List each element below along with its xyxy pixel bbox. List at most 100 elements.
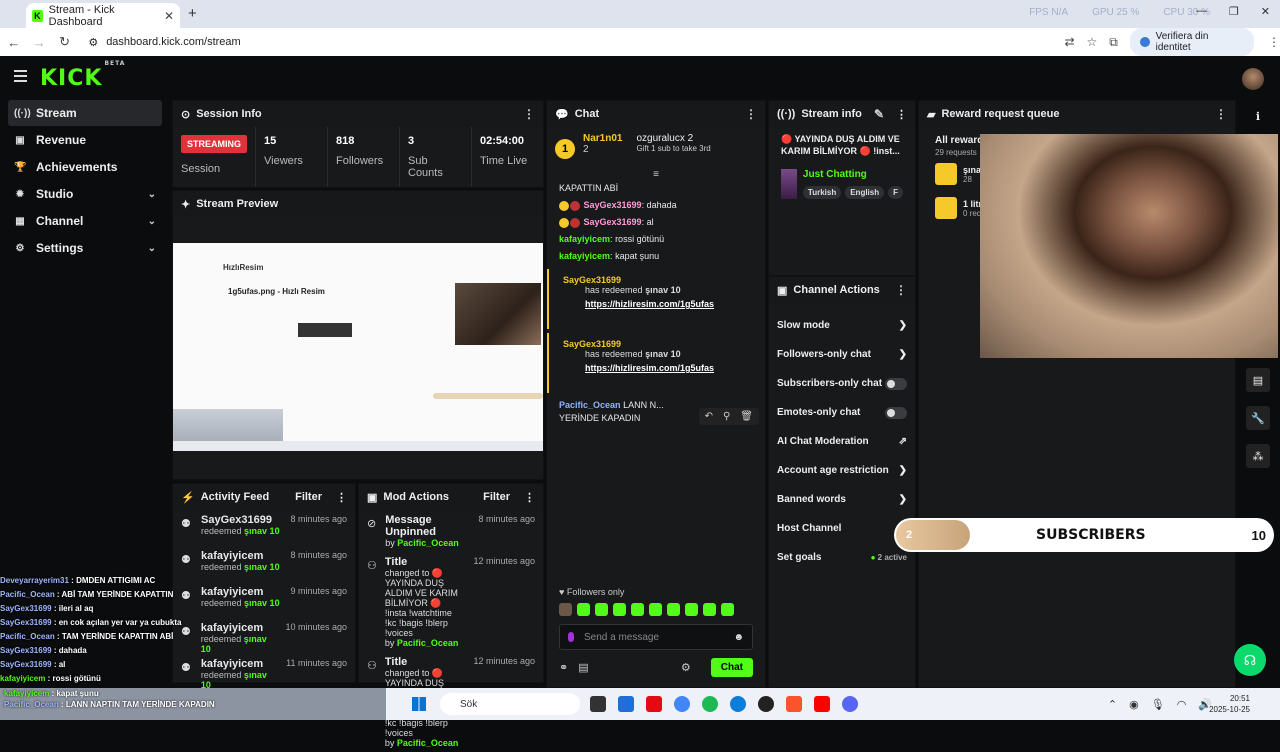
netflix-app-icon[interactable]: [646, 696, 662, 712]
banned-words-row[interactable]: Banned words ❯: [769, 485, 915, 514]
top-gifter-name[interactable]: Nar1n01: [583, 133, 622, 144]
discord-app-icon[interactable]: [842, 696, 858, 712]
sidebar-item-revenue[interactable]: ▣ Revenue: [8, 127, 162, 153]
info-icon[interactable]: ℹ: [1246, 104, 1270, 128]
host-channel-row[interactable]: Host Channel: [769, 514, 915, 543]
hamburger-menu-icon[interactable]: [14, 70, 27, 82]
redeem-link[interactable]: https://hizliresim.com/1g5ufas: [585, 299, 755, 309]
category-name[interactable]: Just Chatting: [803, 169, 903, 180]
back-icon[interactable]: ←: [2, 35, 25, 50]
chat-username[interactable]: SayGex31699: [584, 217, 642, 227]
emote-icon[interactable]: [559, 603, 572, 616]
close-window-icon[interactable]: ✕: [1261, 5, 1270, 18]
kick-logo[interactable]: KICKBETA: [40, 60, 124, 91]
sidebar-item-achievements[interactable]: 🏆 Achievements: [8, 154, 162, 180]
wrench-icon[interactable]: 🔧: [1246, 406, 1270, 430]
kebab-menu-icon[interactable]: ⋮: [524, 491, 535, 504]
redeem-user[interactable]: SayGex31699: [563, 339, 621, 349]
emote-icon[interactable]: [685, 603, 698, 616]
site-info-icon[interactable]: ⚙: [88, 36, 98, 49]
feed-user[interactable]: kafayiyicem: [201, 550, 280, 562]
brave-app-icon[interactable]: [786, 696, 802, 712]
taskbar-search[interactable]: Sök: [440, 693, 580, 715]
forward-icon[interactable]: →: [27, 35, 50, 50]
windows-start-icon[interactable]: [412, 697, 426, 711]
gifter-name[interactable]: ozguralucx: [636, 133, 684, 144]
emote-icon[interactable]: [667, 603, 680, 616]
reload-icon[interactable]: ↻: [53, 34, 76, 50]
profile-button[interactable]: Verifiera din identitet: [1129, 28, 1254, 56]
emotes-only-toggle[interactable]: [885, 406, 907, 419]
chat-username[interactable]: Pacific_Ocean: [559, 400, 621, 410]
nodes-icon[interactable]: ⁂: [1246, 444, 1270, 468]
store-app-icon[interactable]: [618, 696, 634, 712]
tag[interactable]: Turkish: [802, 186, 842, 199]
store-icon[interactable]: ▤: [578, 661, 588, 674]
taskbar-clock[interactable]: 20:51 2025-10-25: [1209, 693, 1250, 715]
set-goals-row[interactable]: Set goals 2 active: [769, 543, 915, 572]
chat-username[interactable]: kafayiyicem: [559, 234, 610, 244]
kebab-menu-icon[interactable]: ⋮: [745, 107, 757, 121]
feed-user[interactable]: kafayiyicem: [201, 586, 280, 598]
tag[interactable]: English: [845, 186, 885, 199]
url-field[interactable]: ⚙ dashboard.kick.com/stream: [82, 31, 1088, 53]
kebab-menu-icon[interactable]: ⋮: [523, 107, 535, 121]
send-chat-button[interactable]: Chat: [710, 658, 753, 677]
emoji-icon[interactable]: ☻: [733, 632, 744, 643]
edit-icon[interactable]: ✎: [874, 107, 884, 121]
stream-preview-video[interactable]: HızlıResim 1g5ufas.png - Hızlı Resim: [173, 243, 543, 451]
category-thumbnail[interactable]: [781, 169, 797, 199]
task-view-icon[interactable]: [590, 696, 606, 712]
help-chat-button[interactable]: ☊: [1234, 644, 1266, 676]
reply-icon[interactable]: ↶: [705, 411, 713, 422]
sidebar-item-stream[interactable]: ((·)) Stream: [8, 100, 162, 126]
maximize-icon[interactable]: ❐: [1229, 5, 1239, 18]
sidebar-item-studio[interactable]: ✹ Studio ⌄: [8, 181, 162, 207]
link-icon[interactable]: ⚭: [559, 661, 568, 674]
emote-icon[interactable]: [703, 603, 716, 616]
browser-tab[interactable]: K Stream - Kick Dashboard ✕: [26, 3, 180, 28]
emote-icon[interactable]: [721, 603, 734, 616]
network-icon[interactable]: ◉: [1129, 698, 1139, 711]
followers-only-row[interactable]: Followers-only chat ❯: [769, 340, 915, 369]
mod-action-by[interactable]: Pacific_Ocean: [397, 738, 459, 748]
youtube-app-icon[interactable]: [814, 696, 830, 712]
mod-action-by[interactable]: Pacific_Ocean: [397, 638, 459, 648]
minimize-icon[interactable]: —: [1196, 5, 1207, 18]
sidebar-item-settings[interactable]: ⚙ Settings ⌄: [8, 235, 162, 261]
emote-icon[interactable]: [577, 603, 590, 616]
chrome-app-icon[interactable]: [674, 696, 690, 712]
filter-button[interactable]: Filter: [295, 491, 322, 503]
redeem-link[interactable]: https://hizliresim.com/1g5ufas: [585, 363, 755, 373]
sidebar-item-channel[interactable]: ▦ Channel ⌄: [8, 208, 162, 234]
close-tab-icon[interactable]: ✕: [164, 9, 174, 23]
subscribers-only-toggle[interactable]: [885, 377, 907, 390]
ai-moderation-row[interactable]: AI Chat Moderation ⇗: [769, 427, 915, 456]
kebab-menu-icon[interactable]: ⋮: [336, 491, 347, 504]
new-tab-icon[interactable]: +: [188, 5, 197, 22]
chat-username[interactable]: SayGex31699: [584, 200, 642, 210]
emote-icon[interactable]: [595, 603, 608, 616]
account-age-row[interactable]: Account age restriction ❯: [769, 456, 915, 485]
kebab-menu-icon[interactable]: ⋮: [896, 108, 907, 121]
kebab-menu-icon[interactable]: ⋮: [1215, 107, 1227, 121]
redeem-user[interactable]: SayGex31699: [563, 275, 621, 285]
delete-icon[interactable]: 🗑: [740, 411, 753, 422]
kebab-menu-icon[interactable]: ⋮: [895, 283, 907, 297]
emote-icon[interactable]: [613, 603, 626, 616]
spotify-app-icon[interactable]: [702, 696, 718, 712]
edge-app-icon[interactable]: [730, 696, 746, 712]
chat-username[interactable]: kafayiyicem: [559, 251, 610, 261]
slow-mode-row[interactable]: Slow mode ❯: [769, 311, 915, 340]
feed-user[interactable]: SayGex31699: [201, 514, 280, 526]
bookmark-star-icon[interactable]: ☆: [1087, 35, 1098, 50]
obs-app-icon[interactable]: [758, 696, 774, 712]
mod-action-by[interactable]: Pacific_Ocean: [397, 538, 459, 548]
tag[interactable]: F: [888, 186, 903, 199]
feed-user[interactable]: kafayiyicem: [201, 622, 278, 634]
filter-button[interactable]: Filter: [483, 491, 510, 503]
emote-icon[interactable]: [649, 603, 662, 616]
gift-cta[interactable]: Gift 1 sub to take 3rd: [636, 144, 710, 153]
extensions-icon[interactable]: ⧉: [1109, 35, 1118, 50]
feed-user[interactable]: kafayiyicem: [201, 658, 278, 670]
